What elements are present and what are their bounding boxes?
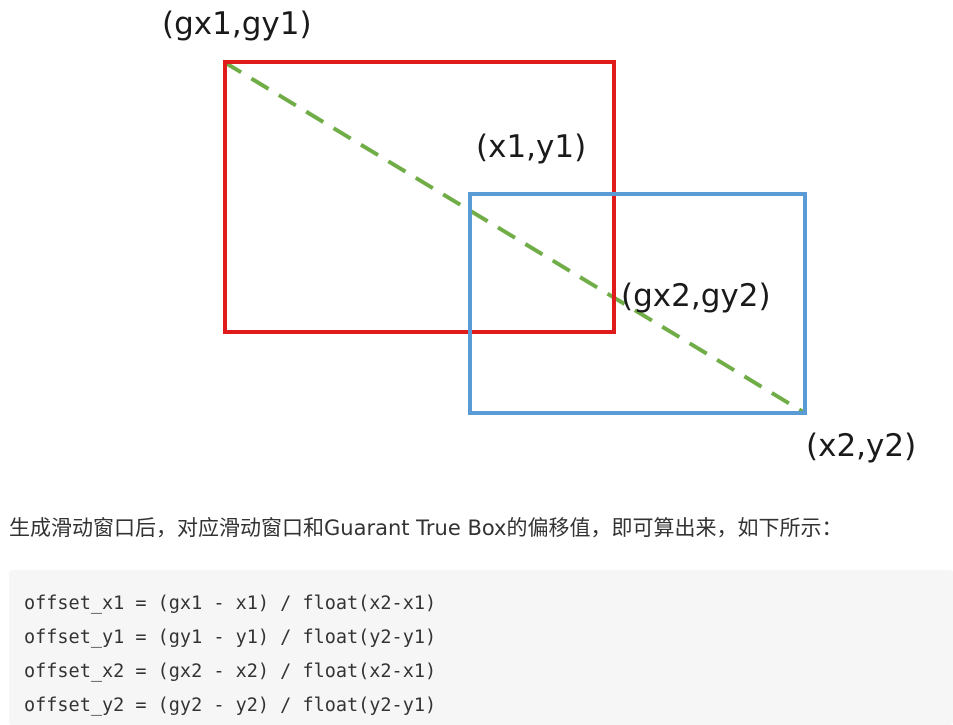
label-x2-y2: (x2,y2) [806,428,916,464]
code-block: offset_x1 = (gx1 - x1) / float(x2-x1) of… [9,570,953,725]
code-line-offset-x1: offset_x1 = (gx1 - x1) / float(x2-x1) [24,593,437,614]
label-x1-y1: (x1,y1) [476,129,586,165]
code-line-offset-y2: offset_y2 = (gy2 - y2) / float(y2-y1) [24,695,437,716]
label-gx1-gy1: (gx1,gy1) [162,6,312,42]
code-line-offset-x2: offset_x2 = (gx2 - x2) / float(x2-x1) [24,661,437,682]
diagonal-dashed-line [222,60,807,415]
ground-truth-box [223,60,616,334]
description-paragraph: 生成滑动窗口后，对应滑动窗口和Guarant True Box的偏移值，即可算出… [9,516,843,540]
label-gx2-gy2: (gx2,gy2) [621,278,771,314]
code-line-offset-y1: offset_y1 = (gy1 - y1) / float(y2-y1) [24,627,437,648]
bounding-box-diagram: (gx1,gy1) (x1,y1) (gx2,gy2) (x2,y2) [162,6,916,464]
